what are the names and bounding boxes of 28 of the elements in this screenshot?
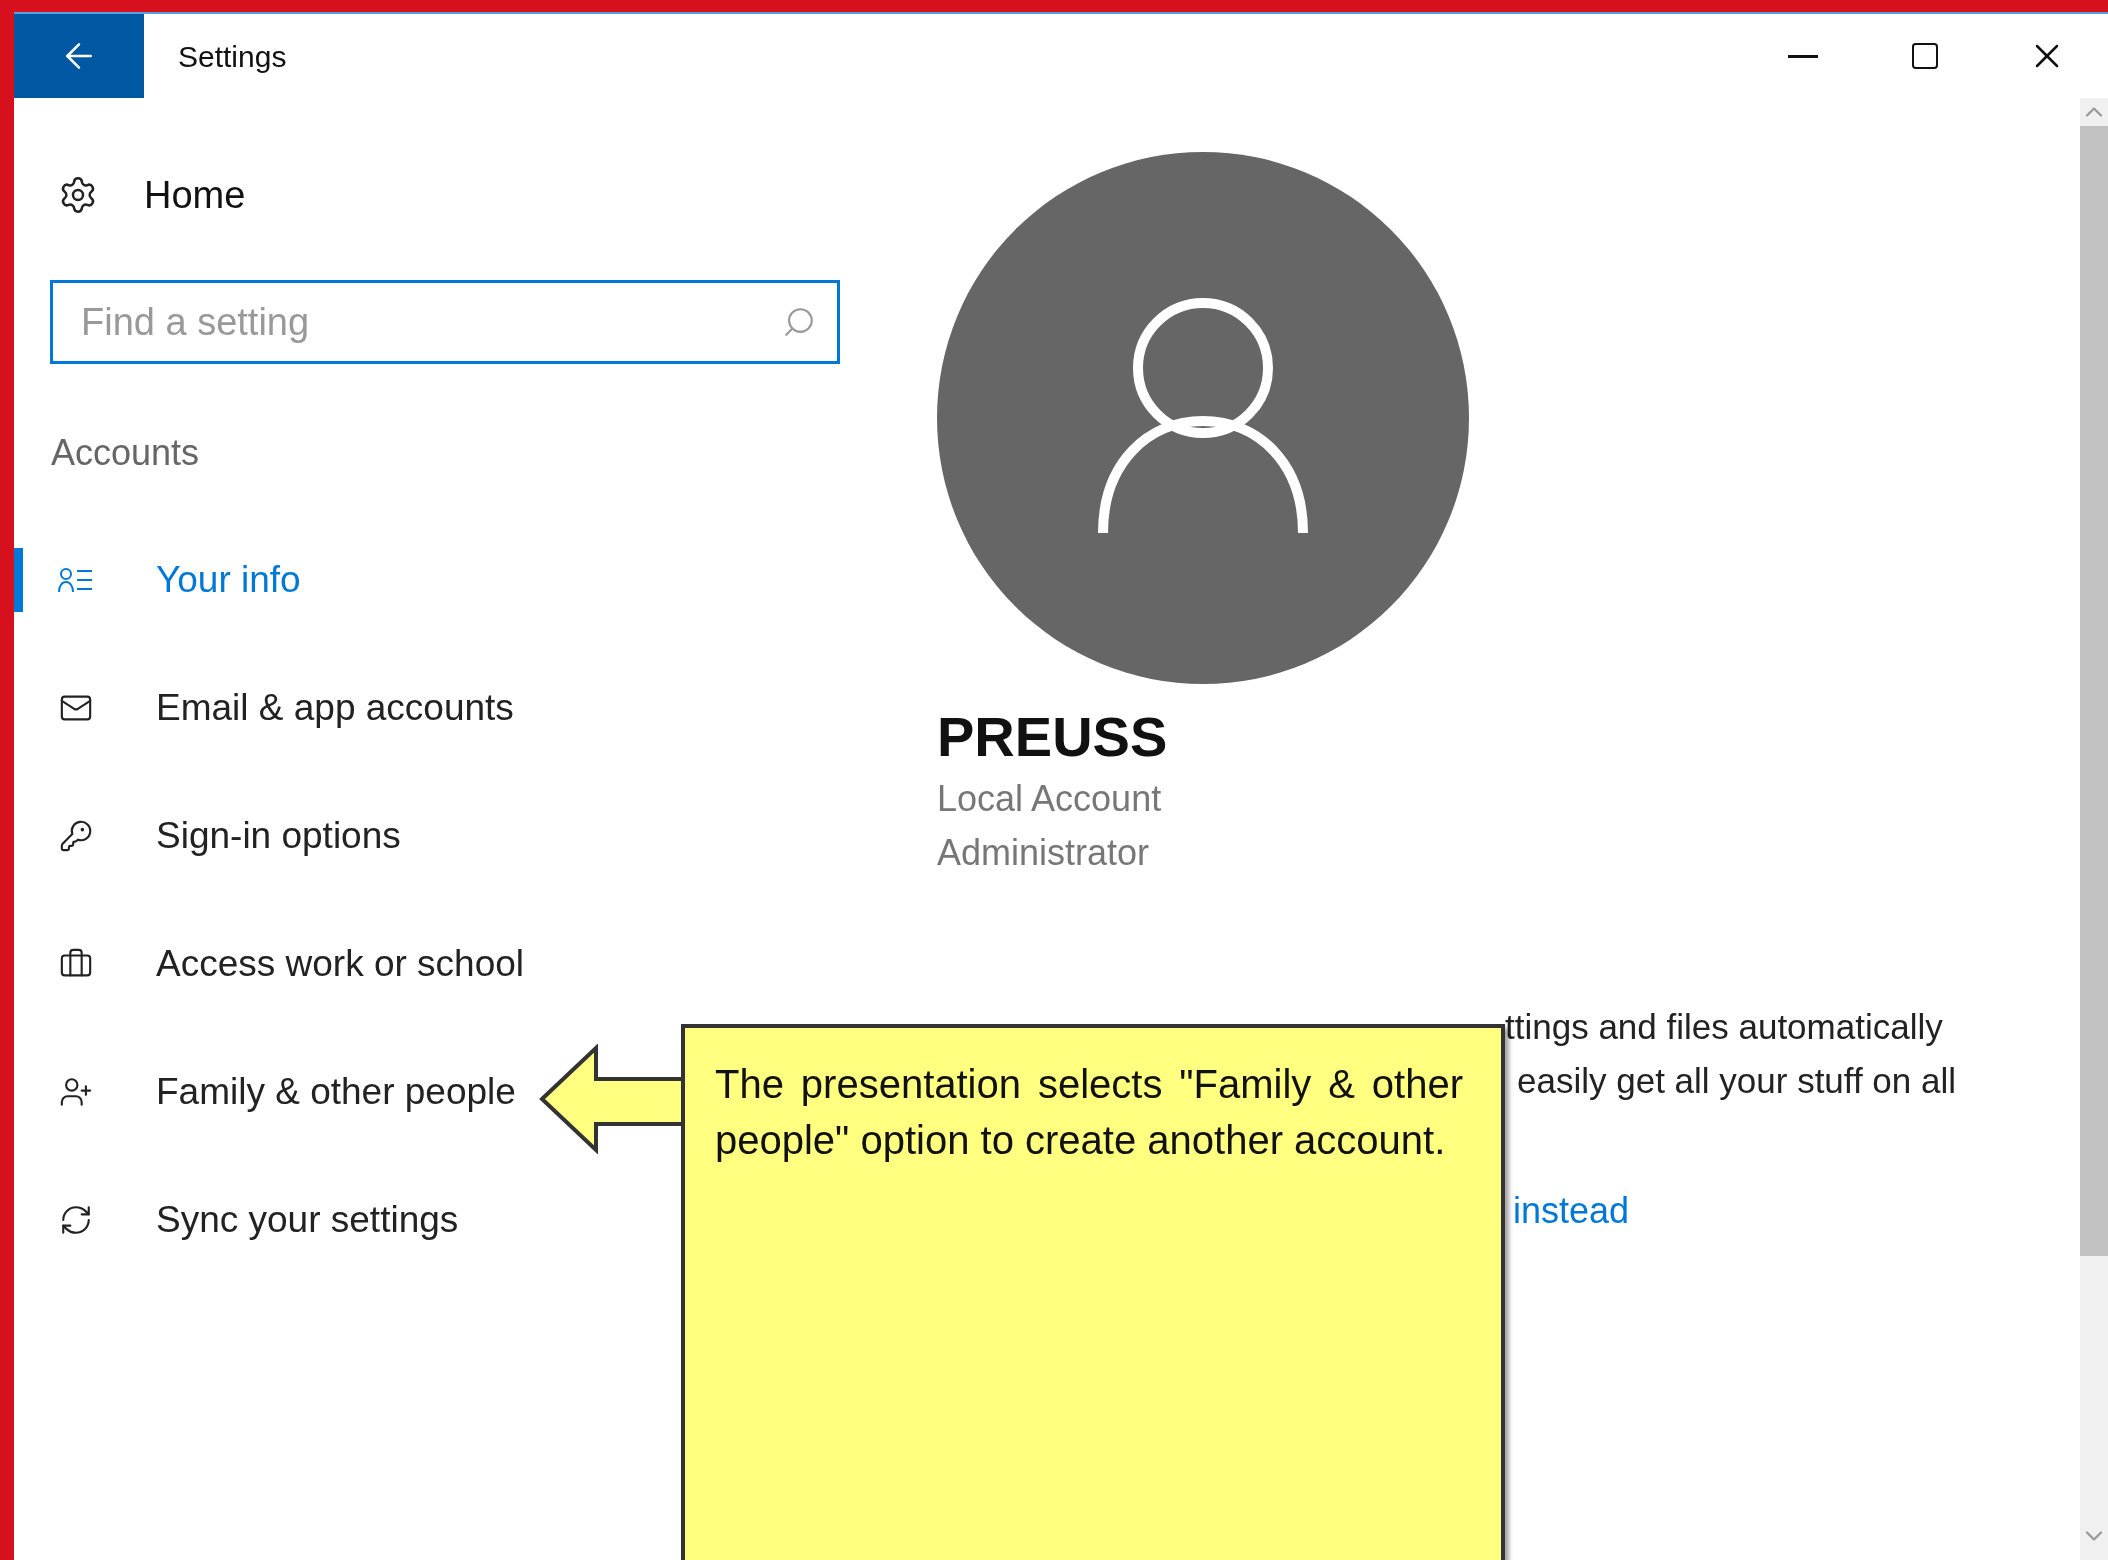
section-heading: Accounts	[51, 431, 200, 475]
back-button[interactable]	[14, 14, 144, 98]
selection-bar	[14, 548, 23, 612]
sidebar-item[interactable]: Email & app accounts	[14, 644, 522, 772]
sync-notice-line: ttings and files automatically	[1505, 1006, 1943, 1048]
minimize-icon	[1788, 54, 1818, 58]
callout-text: The presentation selects "Family & other people" option to create another account.	[715, 1061, 1464, 1164]
sync-icon	[59, 1203, 93, 1237]
sync-notice-link[interactable]: instead	[1513, 1184, 1630, 1238]
search-field[interactable]: Find a setting	[50, 280, 840, 364]
account-name: PREUSS	[937, 704, 1168, 770]
sidebar-item[interactable]: Sync your settings	[14, 1156, 467, 1284]
sidebar-item[interactable]: Access work or school	[14, 900, 533, 1028]
account-detail: Local Account	[937, 777, 1162, 821]
person-list-icon	[58, 566, 94, 594]
maximize-icon	[1909, 40, 1941, 72]
sidebar-item[interactable]: Sign-in options	[14, 772, 409, 900]
search-icon	[782, 305, 816, 339]
scrollbar-thumb[interactable]	[2080, 126, 2108, 1256]
sidebar-item[interactable]: Your info	[14, 516, 309, 644]
scrollbar[interactable]	[2080, 98, 2108, 1560]
key-icon	[59, 819, 93, 853]
window-title: Settings	[178, 38, 287, 75]
account-detail: Administrator	[937, 831, 1150, 875]
sidebar-item[interactable]: Family & other people	[14, 1028, 524, 1156]
sync-notice-line: easily get all your stuff on all	[1517, 1060, 1957, 1102]
person-plus-icon	[59, 1075, 93, 1109]
home-link[interactable]: Home	[58, 160, 246, 230]
